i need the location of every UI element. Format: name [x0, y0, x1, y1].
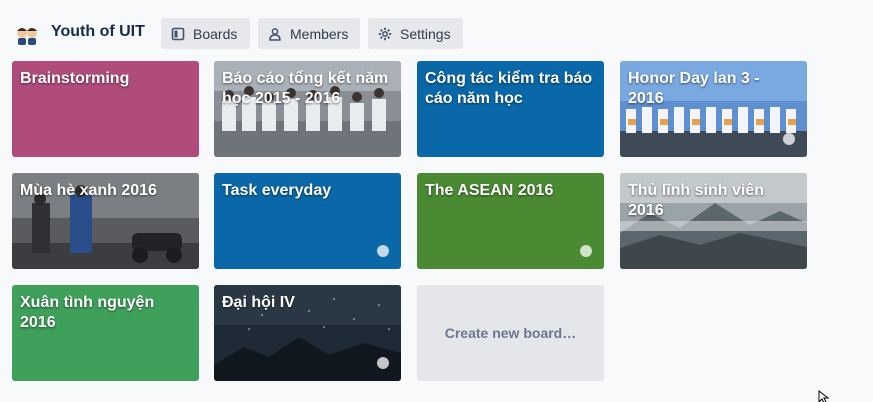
tab-boards[interactable]: Boards: [161, 18, 250, 49]
team-avatar-icon: [17, 28, 37, 45]
board-tile-xuan-tinh-nguyen[interactable]: Xuân tình nguyện 2016: [12, 285, 199, 381]
board-title: Task everyday: [222, 182, 332, 199]
board-tile-brainstorming[interactable]: Brainstorming: [12, 61, 199, 157]
board-tile-the-asean[interactable]: The ASEAN 2016: [417, 173, 604, 269]
tab-members[interactable]: Members: [258, 18, 360, 49]
board-tile-dai-hoi-iv[interactable]: Đại hội IV: [214, 285, 401, 381]
board-tile-mua-he-xanh[interactable]: Mùa hè xanh 2016: [12, 173, 199, 269]
person-icon: [269, 27, 281, 41]
board-title: Thủ lĩnh sinh viên 2016: [628, 182, 764, 219]
star-icon[interactable]: [377, 245, 389, 257]
board-title: Mùa hè xanh 2016: [20, 182, 157, 199]
board-title: Công tác kiểm tra báo cáo năm học: [425, 70, 593, 107]
team-header: Youth of UIT Boards Members Settings: [0, 0, 873, 58]
mouse-cursor-icon: [818, 390, 830, 402]
board-title: Brainstorming: [20, 70, 130, 87]
create-board-tile[interactable]: Create new board…: [417, 285, 604, 381]
board-tile-bao-cao-tong-ket[interactable]: Báo cáo tổng kết năm học 2015 - 2016: [214, 61, 401, 157]
tab-settings[interactable]: Settings: [368, 18, 463, 49]
tab-members-label: Members: [290, 25, 349, 42]
team-name: Youth of UIT: [51, 23, 145, 40]
create-board-label: Create new board…: [444, 325, 577, 341]
board-icon: [171, 27, 185, 40]
star-icon[interactable]: [580, 245, 592, 257]
board-tile-cong-tac-kiem-tra[interactable]: Công tác kiểm tra báo cáo năm học: [417, 61, 604, 157]
board-tile-honor-day[interactable]: Honor Day lan 3 - 2016: [620, 61, 807, 157]
board-title: Báo cáo tổng kết năm học 2015 - 2016: [222, 70, 389, 107]
board-title: The ASEAN 2016: [425, 182, 554, 199]
board-title: Honor Day lan 3 - 2016: [628, 70, 760, 107]
board-title: Xuân tình nguyện 2016: [20, 294, 155, 331]
star-icon[interactable]: [783, 133, 795, 145]
board-tile-task-everyday[interactable]: Task everyday: [214, 173, 401, 269]
board-title: Đại hội IV: [222, 294, 295, 311]
tab-boards-label: Boards: [193, 25, 238, 42]
star-icon[interactable]: [377, 357, 389, 369]
gear-icon: [378, 27, 392, 40]
tab-settings-label: Settings: [400, 25, 451, 42]
board-tile-thu-linh-sinh-vien[interactable]: Thủ lĩnh sinh viên 2016: [620, 173, 807, 269]
